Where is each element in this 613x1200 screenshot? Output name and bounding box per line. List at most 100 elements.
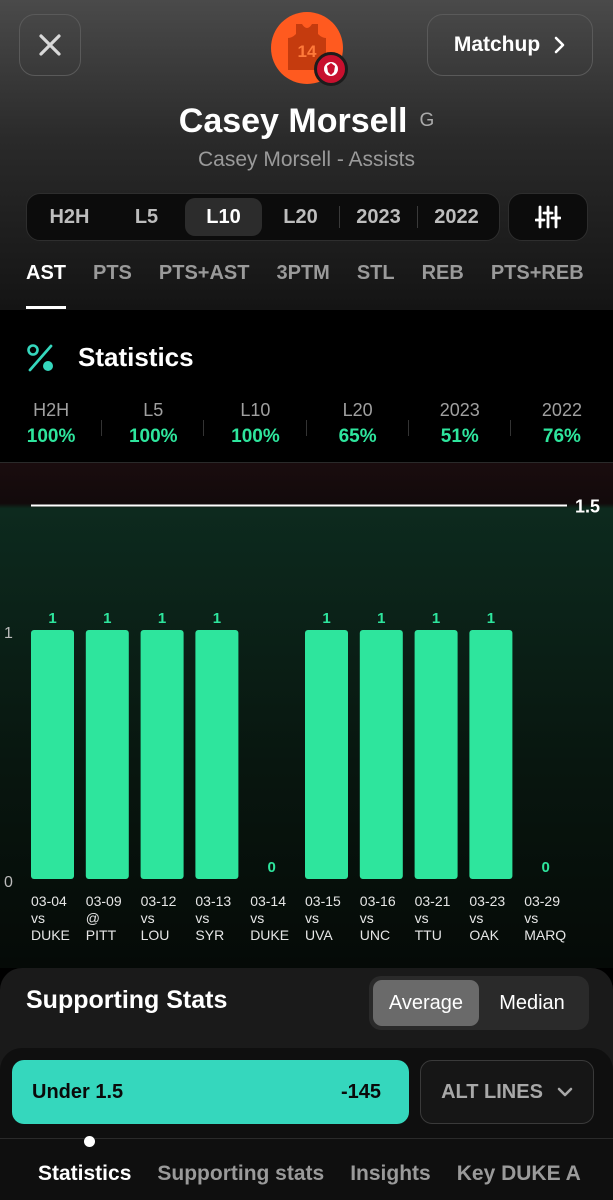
x-tick-opponent: OAK [469, 927, 499, 943]
percent-icon [27, 343, 53, 371]
player-name: Casey Morsell G [0, 102, 613, 141]
bar-value-label: 1 [48, 610, 56, 627]
under-bet-button[interactable]: Under 1.5 -145 [12, 1060, 409, 1124]
bar [359, 630, 403, 879]
x-tick-date: 03-09 [86, 893, 122, 909]
tab-stl[interactable]: STL [357, 262, 395, 306]
bar-value-label: 1 [432, 610, 440, 627]
tab-pts-ast[interactable]: PTS+AST [159, 262, 250, 306]
range-h2h[interactable]: H2H [31, 198, 108, 236]
active-tab-indicator [84, 1136, 95, 1147]
x-tick-location: vs [250, 910, 264, 926]
supporting-stats-title: Supporting Stats [26, 986, 228, 1014]
hit-rate-label: L20 [342, 400, 373, 420]
close-icon [39, 34, 61, 56]
bottom-tab-statistics[interactable]: Statistics [38, 1162, 131, 1186]
x-tick-opponent: DUKE [250, 927, 289, 943]
x-tick-opponent: PITT [86, 927, 117, 943]
range-l20[interactable]: L20 [262, 198, 339, 236]
bar [140, 630, 184, 879]
matchup-label: Matchup [453, 33, 541, 56]
hit-rate-2022: 2022 76% [511, 400, 613, 450]
matchup-button[interactable]: Matchup [427, 14, 593, 76]
bar [85, 630, 129, 879]
hit-rate-value: 76% [542, 426, 581, 447]
tab-pts-reb[interactable]: PTS+REB [491, 262, 584, 306]
toggle-average[interactable]: Average [373, 980, 479, 1026]
hit-rate-l20: L20 65% [307, 400, 409, 450]
bar-chart: 1.501103-04vsDUKE103-09@PITT103-12vsLOU1… [4, 497, 600, 944]
bar [469, 630, 513, 879]
bar [414, 630, 458, 879]
game-log-chart: 1.5 0 1 1 03-04 vs DUKE 1 03-09 @ PITT 1 03-12 vs LOU 1… [0, 463, 613, 968]
tab-ast[interactable]: AST [26, 262, 66, 309]
bar-value-label: 1 [103, 610, 111, 627]
range-l10[interactable]: L10 [185, 198, 262, 236]
filter-button[interactable] [508, 193, 588, 241]
range-selector: H2H L5 L10 L20 2023 2022 [26, 193, 500, 241]
hit-rate-l5: L5 100% [102, 400, 205, 450]
bar-value-label: 1 [213, 610, 221, 627]
x-tick-date: 03-14 [250, 893, 286, 909]
under-odds: -145 [340, 1080, 381, 1103]
x-tick-opponent: UNC [360, 927, 390, 943]
range-l5[interactable]: L5 [108, 198, 185, 236]
hit-rate-row: H2H 100% L5 100% L10 100% L20 65% 2023 5… [0, 400, 613, 450]
hit-rate-h2h: H2H 100% [0, 400, 103, 450]
x-tick-opponent: SYR [195, 927, 224, 943]
tab-3ptm[interactable]: 3PTM [276, 262, 329, 306]
hit-rate-label: 2023 [439, 400, 480, 420]
x-tick-location: vs [141, 910, 155, 926]
bar-value-label: 0 [542, 859, 550, 876]
range-2023[interactable]: 2023 [340, 198, 417, 236]
bet-panel: Under 1.5 -145 ALT LINES Statistics Supp… [0, 1048, 613, 1200]
hit-rate-value: 65% [338, 426, 377, 447]
stat-tabs: AST PTS PTS+AST 3PTM STL REB PTS+REB [26, 262, 584, 309]
alt-lines-button[interactable]: ALT LINES [420, 1060, 594, 1124]
x-tick-location: @ [86, 910, 100, 926]
x-tick-date: 03-29 [524, 893, 560, 909]
x-tick-location: vs [469, 910, 483, 926]
x-tick-date: 03-12 [141, 893, 177, 909]
alt-lines-label: ALT LINES [441, 1080, 543, 1103]
player-header: 14 Matchup Casey Morsell G Casey Morsell … [0, 0, 613, 310]
statistics-heading: Statistics [26, 342, 194, 373]
bottom-tab-supporting-stats[interactable]: Supporting stats [157, 1162, 324, 1186]
under-label: Under 1.5 [32, 1080, 124, 1103]
hit-rate-2023: 2023 51% [409, 400, 511, 450]
player-avatar: 14 [271, 12, 348, 86]
y-tick-label: 1 [4, 625, 13, 642]
bar-value-label: 1 [487, 610, 495, 627]
chevron-right-icon [554, 36, 565, 54]
bottom-tabs: Statistics Supporting stats Insights Key… [38, 1162, 581, 1186]
x-tick-location: vs [195, 910, 209, 926]
bar-value-label: 1 [322, 610, 330, 627]
x-tick-date: 03-21 [415, 893, 451, 909]
bar [195, 630, 239, 879]
hit-rate-l10: L10 100% [204, 400, 307, 450]
bar [305, 630, 348, 879]
average-median-toggle: Average Median [369, 976, 589, 1030]
toggle-median[interactable]: Median [479, 980, 585, 1026]
jersey-number: 14 [298, 42, 317, 61]
hit-rate-value: 100% [26, 426, 76, 447]
hit-rate-label: L5 [143, 400, 164, 420]
bar-value-label: 1 [158, 610, 166, 627]
x-tick-opponent: MARQ [524, 927, 566, 943]
close-button[interactable] [19, 14, 81, 76]
bottom-tab-insights[interactable]: Insights [350, 1162, 431, 1186]
x-tick-opponent: LOU [141, 927, 170, 943]
tab-reb[interactable]: REB [422, 262, 464, 306]
hit-rate-label: H2H [33, 400, 70, 420]
range-2022[interactable]: 2022 [418, 198, 495, 236]
tab-pts[interactable]: PTS [93, 262, 132, 306]
statistics-title: Statistics [78, 342, 194, 372]
threshold-label: 1.5 [575, 497, 600, 517]
hit-rate-label: L10 [240, 400, 271, 420]
x-tick-date: 03-04 [31, 893, 67, 909]
x-tick-date: 03-15 [305, 893, 341, 909]
player-name-text: Casey Morsell [178, 102, 408, 140]
player-subtitle: Casey Morsell - Assists [197, 148, 416, 171]
bottom-tab-key-duke[interactable]: Key DUKE A [457, 1162, 581, 1186]
bar-value-label: 0 [268, 859, 276, 876]
